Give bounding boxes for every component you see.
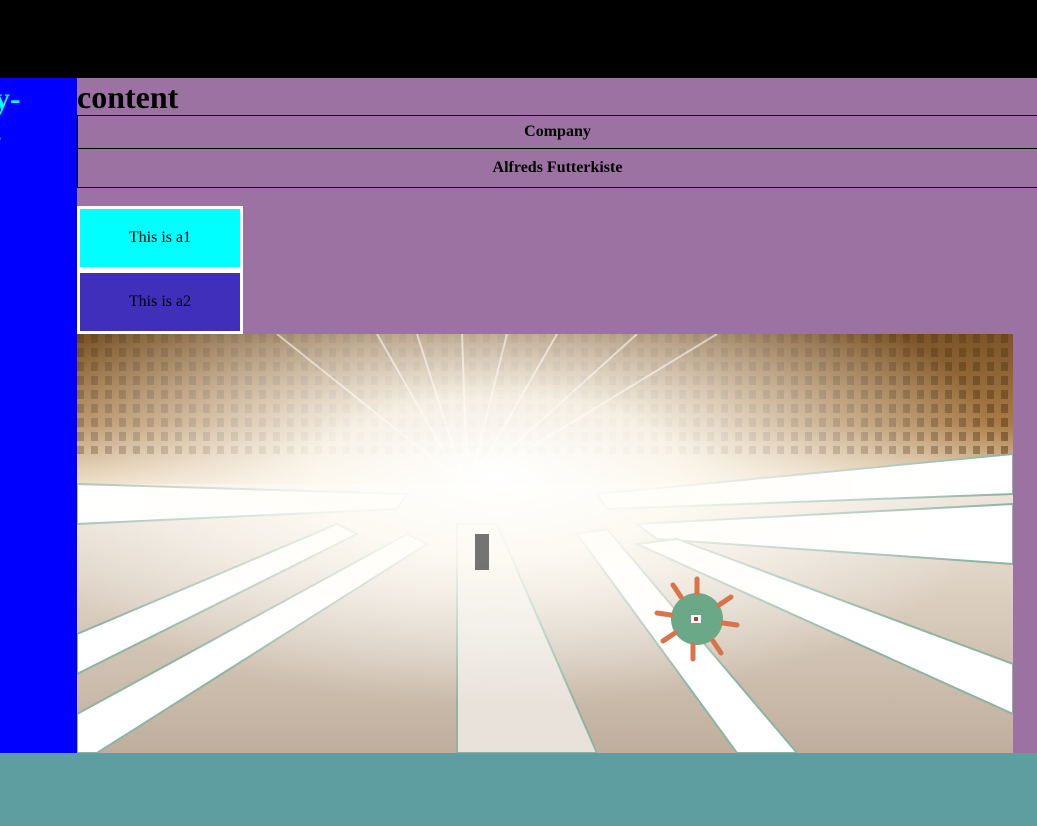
table-row: Alfreds Futterkiste	[77, 148, 1037, 188]
box-a2-label: This is a2	[128, 293, 192, 310]
box-a1-label: This is a1	[128, 229, 192, 246]
box-a1: This is a1	[77, 206, 243, 270]
table-header-company: Company	[77, 115, 1037, 149]
table-cell-company: Alfreds Futterkiste	[77, 148, 1037, 188]
game-screenshot-svg	[77, 334, 1013, 753]
game-screenshot-image	[77, 334, 1013, 753]
main-content: content Company Alfreds Futterkiste This…	[77, 78, 1037, 753]
page-title: content	[77, 79, 179, 115]
sidebar: y- .	[0, 78, 77, 753]
table-header-row: Company	[77, 115, 1037, 149]
sidebar-title: y- .	[0, 80, 21, 146]
company-table: Company Alfreds Futterkiste	[77, 115, 1037, 188]
header-band	[0, 0, 1037, 78]
box-a2: This is a2	[77, 270, 243, 334]
footer	[0, 753, 1037, 826]
page: y- . content Company Alfreds Futterkiste…	[0, 0, 1037, 826]
